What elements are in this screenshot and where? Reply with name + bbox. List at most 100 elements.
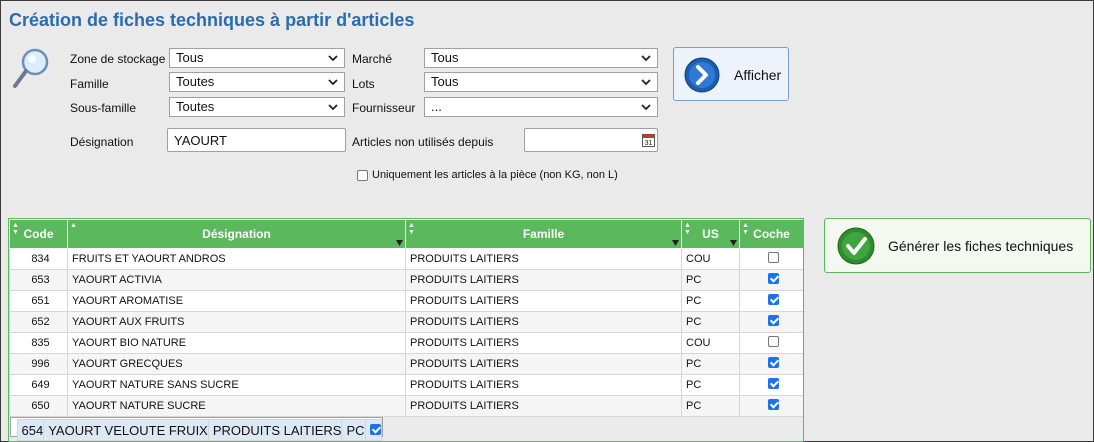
cell-designation: YAOURT AROMATISE	[67, 290, 406, 312]
cell-famille: PRODUITS LAITIERS	[405, 290, 682, 312]
table-row[interactable]: 651 YAOURT AROMATISE PRODUITS LAITIERS PC	[9, 290, 804, 312]
cell-code: 651	[9, 290, 68, 312]
filter-icon[interactable]	[396, 240, 403, 246]
cell-code: 649	[9, 374, 68, 396]
cell-famille: PRODUITS LAITIERS	[405, 269, 682, 291]
fournisseur-select[interactable]: ...	[424, 97, 658, 117]
cell-designation: YAOURT BIO NATURE	[67, 332, 406, 354]
famille-label: Famille	[70, 77, 109, 91]
cell-famille: PRODUITS LAITIERS	[405, 395, 682, 417]
cell-us: PC	[681, 311, 740, 333]
cell-us: COU	[681, 332, 740, 354]
col-header-designation[interactable]: ▲ Désignation	[67, 219, 406, 249]
lots-value: Tous	[431, 74, 459, 89]
table-row[interactable]: 834 FRUITS ET YAOURT ANDROS PRODUITS LAITI…	[9, 248, 804, 270]
cell-designation: YAOURT GRECQUES	[67, 353, 406, 375]
cell-coche	[739, 374, 804, 396]
row-checkbox[interactable]	[768, 399, 779, 410]
table-row[interactable]: 652 YAOURT AUX FRUITS PRODUITS LAITIERS PC	[9, 311, 804, 333]
piece-only-checkbox[interactable]	[357, 169, 368, 181]
filter-icon[interactable]	[730, 240, 737, 246]
cell-designation: YAOURT VELOUTE FRUIX	[43, 419, 209, 441]
page-title: Création de fiches techniques à partir d…	[9, 10, 415, 30]
famille-select[interactable]: Toutes	[169, 72, 345, 92]
magnifier-icon	[13, 48, 49, 88]
designation-label: Désignation	[70, 135, 134, 149]
row-checkbox[interactable]	[768, 252, 779, 263]
table-row[interactable]: 835 YAOURT BIO NATURE PRODUITS LAITIERS COU	[9, 332, 804, 354]
zone-label: Zone de stockage	[70, 52, 166, 66]
cell-coche	[739, 353, 804, 375]
table-row[interactable]: 654 YAOURT VELOUTE FRUIX PRODUITS LAITIERS…	[9, 417, 383, 441]
table-row[interactable]: 996 YAOURT GRECQUES PRODUITS LAITIERS PC	[9, 353, 804, 375]
cell-code: 834	[9, 248, 68, 270]
table-row[interactable]: 650 YAOURT NATURE SUCRE PRODUITS LAITIERS P…	[9, 395, 804, 417]
table-row[interactable]: 653 YAOURT ACTIVIA PRODUITS LAITIERS PC	[9, 269, 804, 291]
cell-code: 996	[9, 353, 68, 375]
afficher-button[interactable]: Afficher	[673, 47, 789, 101]
designation-input[interactable]: YAOURT	[167, 128, 346, 152]
cell-coche	[739, 290, 804, 312]
marche-select[interactable]: Tous	[424, 48, 658, 68]
cell-us: PC	[341, 419, 366, 441]
cell-famille: PRODUITS LAITIERS	[405, 374, 682, 396]
cell-famille: PRODUITS LAITIERS	[405, 311, 682, 333]
table-row[interactable]: 649 YAOURT NATURE SANS SUCRE PRODUITS LAIT…	[9, 374, 804, 396]
cell-coche	[739, 332, 804, 354]
row-checkbox[interactable]	[768, 357, 779, 368]
cell-code: 652	[9, 311, 68, 333]
row-checkbox[interactable]	[768, 315, 779, 326]
famille-value: Toutes	[176, 74, 215, 89]
row-checkbox[interactable]	[369, 423, 380, 435]
marche-label: Marché	[352, 52, 393, 66]
cell-us: PC	[681, 353, 740, 375]
cell-designation: YAOURT NATURE SANS SUCRE	[67, 374, 406, 396]
cell-designation: YAOURT ACTIVIA	[67, 269, 406, 291]
lots-label: Lots	[352, 77, 375, 91]
row-checkbox[interactable]	[768, 273, 779, 284]
non-utilises-date-input[interactable]: 31	[524, 128, 658, 152]
sousfamille-label: Sous-famille	[70, 101, 137, 115]
sousfamille-value: Toutes	[176, 99, 215, 114]
fournisseur-value: ...	[431, 99, 442, 114]
zone-value: Tous	[176, 50, 204, 65]
cell-coche	[739, 269, 804, 291]
row-checkbox[interactable]	[768, 294, 779, 305]
table-header-row: ▲ ▼ Code ▲ Désignation ▲ ▼ Famille ▲ ▼ US ▲ ▼ Coc…	[9, 219, 804, 249]
zone-select[interactable]: Tous	[169, 48, 345, 68]
fournisseur-label: Fournisseur	[352, 101, 416, 115]
col-header-us[interactable]: ▲ ▼ US	[681, 219, 740, 249]
cell-coche	[739, 248, 804, 270]
cell-code: 650	[9, 395, 68, 417]
cell-coche	[739, 311, 804, 333]
lots-select[interactable]: Tous	[424, 72, 658, 92]
filter-icon[interactable]	[672, 240, 679, 246]
cell-famille: PRODUITS LAITIERS	[207, 419, 343, 441]
cell-code: 835	[9, 332, 68, 354]
cell-famille: PRODUITS LAITIERS	[405, 332, 682, 354]
col-header-code[interactable]: ▲ ▼ Code	[9, 219, 68, 249]
piece-only-option[interactable]: Uniquement les articles à la pièce (non …	[357, 169, 618, 181]
col-header-coche[interactable]: ▲ ▼ Coche	[739, 219, 804, 249]
cell-coche	[739, 395, 804, 417]
chevron-down-icon	[641, 79, 651, 86]
non-utilises-label: Articles non utilisés depuis	[352, 135, 494, 149]
articles-table: ▲ ▼ Code ▲ Désignation ▲ ▼ Famille ▲ ▼ US ▲ ▼ Coc…	[9, 219, 804, 441]
cell-us: COU	[681, 248, 740, 270]
row-checkbox[interactable]	[768, 378, 779, 389]
cell-code: 653	[9, 269, 68, 291]
generer-label: Générer les fiches techniques	[888, 238, 1074, 254]
chevron-down-icon	[641, 104, 651, 111]
row-checkbox[interactable]	[768, 336, 779, 347]
sousfamille-select[interactable]: Toutes	[169, 97, 345, 117]
window: Création de fiches techniques à partir d…	[0, 0, 1094, 442]
col-header-famille[interactable]: ▲ ▼ Famille	[405, 219, 682, 249]
cell-us: PC	[681, 290, 740, 312]
afficher-label: Afficher	[734, 67, 782, 83]
calendar-icon[interactable]: 31	[642, 133, 655, 147]
cell-designation: FRUITS ET YAOURT ANDROS	[67, 248, 406, 270]
cell-famille: PRODUITS LAITIERS	[405, 353, 682, 375]
generer-fiches-button[interactable]: Générer les fiches techniques	[824, 218, 1091, 273]
chevron-down-icon	[328, 104, 338, 111]
cell-designation: YAOURT AUX FRUITS	[67, 311, 406, 333]
